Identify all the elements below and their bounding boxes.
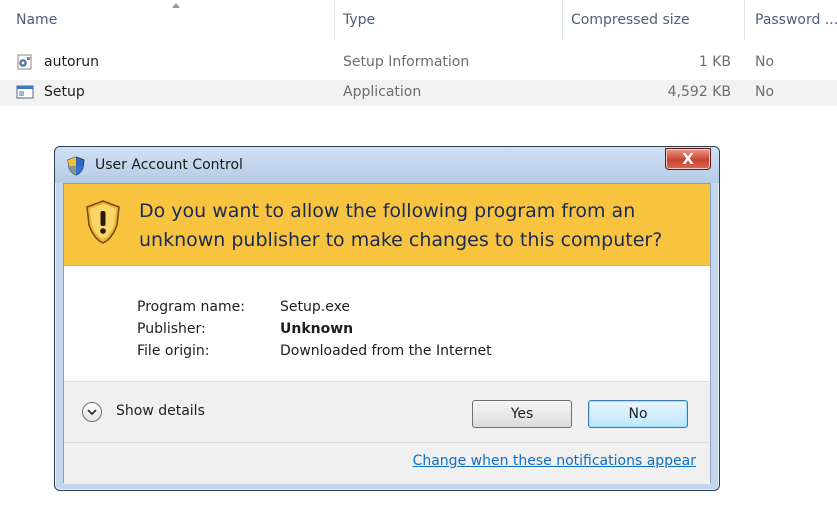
file-type: Application: [343, 84, 422, 100]
file-row-autorun[interactable]: autorun Setup Information 1 KB No: [0, 50, 837, 76]
file-password: No: [755, 54, 775, 70]
column-name[interactable]: Name: [16, 12, 57, 28]
change-notifications-link[interactable]: Change when these notifications appear: [413, 453, 696, 469]
file-size: 1 KB: [698, 54, 731, 70]
dialog-title: User Account Control: [95, 157, 243, 173]
settings-file-icon: [17, 54, 32, 70]
show-details-label[interactable]: Show details: [116, 403, 205, 419]
dialog-title-bar[interactable]: User Account Control X: [55, 147, 719, 183]
detail-label: Program name:: [137, 299, 245, 315]
warning-shield-icon: [86, 200, 120, 244]
column-compressed-size[interactable]: Compressed size: [571, 12, 690, 28]
uac-dialog: User Account Control X Do you want to al…: [54, 146, 720, 491]
detail-value: Downloaded from the Internet: [280, 343, 492, 359]
file-name: Setup: [44, 84, 85, 100]
column-divider[interactable]: [562, 0, 563, 40]
file-type: Setup Information: [343, 54, 470, 70]
uac-question: Do you want to allow the following progr…: [139, 200, 663, 251]
column-divider[interactable]: [744, 0, 745, 40]
detail-value: Setup.exe: [280, 299, 351, 315]
dialog-footer: Show details Yes No Change when these no…: [64, 381, 710, 484]
detail-label: File origin:: [137, 343, 210, 359]
no-button[interactable]: No: [588, 400, 688, 428]
dialog-body: Do you want to allow the following progr…: [63, 183, 711, 484]
footer-divider: [64, 442, 710, 443]
close-button[interactable]: X: [665, 148, 711, 170]
column-type[interactable]: Type: [343, 12, 375, 28]
application-icon: [16, 85, 34, 99]
detail-value: Unknown: [280, 321, 354, 337]
detail-label: Publisher:: [137, 321, 206, 337]
warning-banner: Do you want to allow the following progr…: [64, 184, 710, 266]
file-password: No: [755, 84, 775, 100]
chevron-down-icon[interactable]: [82, 402, 102, 422]
column-password[interactable]: Password ...: [755, 12, 837, 28]
column-header-bar: Name Type Compressed size Password ...: [0, 0, 837, 40]
file-name: autorun: [44, 54, 100, 70]
sort-ascending-icon: [172, 3, 180, 8]
file-row-setup[interactable]: Setup Application 4,592 KB No: [0, 80, 837, 106]
yes-button[interactable]: Yes: [472, 400, 572, 428]
file-size: 4,592 KB: [667, 84, 731, 100]
uac-shield-icon: [67, 156, 85, 176]
column-divider[interactable]: [334, 0, 335, 40]
